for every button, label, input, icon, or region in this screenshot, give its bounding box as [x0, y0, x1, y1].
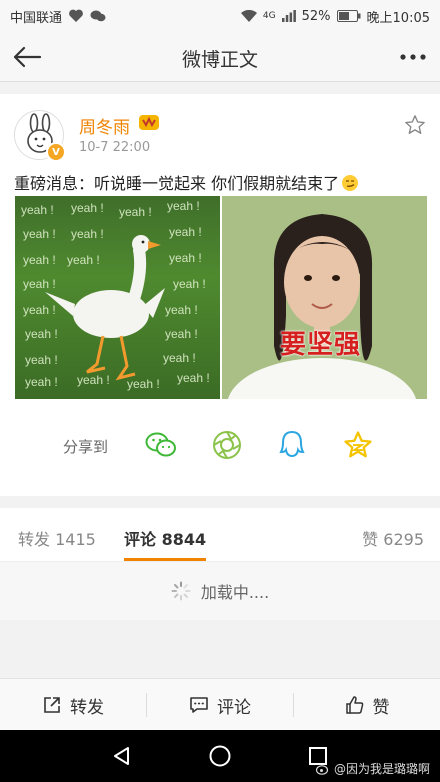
svg-text:yeah !: yeah !	[71, 201, 104, 215]
comment-icon	[190, 697, 208, 713]
android-nav-bar: @因为我是璐璐啊	[0, 730, 440, 782]
repost-icon	[44, 697, 60, 713]
triangle-back-icon	[114, 747, 129, 765]
svg-text:yeah !: yeah !	[127, 377, 160, 391]
action-bar: 转发 评论 赞	[0, 678, 440, 730]
interaction-tabs: 转发 1415 评论 8844 赞 6295	[0, 508, 440, 562]
svg-text:yeah !: yeah !	[77, 373, 110, 387]
tab-repost-label: 转发	[18, 530, 51, 549]
repost-button[interactable]: 转发	[0, 679, 146, 731]
wechat-icon	[145, 432, 176, 457]
svg-text:yeah !: yeah !	[173, 277, 206, 291]
repost-label: 转发	[70, 697, 104, 718]
nav-bar: 微博正文	[0, 32, 440, 82]
wechat-notification-icon	[90, 9, 106, 23]
svg-text:yeah !: yeah !	[177, 371, 210, 385]
tab-like[interactable]: 赞 6295	[362, 526, 424, 550]
loading-spinner-icon	[171, 581, 191, 601]
clock-label: 晚上10:05	[366, 10, 430, 26]
svg-text:yeah !: yeah !	[169, 251, 202, 265]
comment-button[interactable]: 评论	[147, 679, 293, 731]
signal-icon	[281, 10, 296, 22]
username[interactable]: 周冬雨	[79, 113, 130, 138]
share-moments-button[interactable]	[210, 428, 244, 462]
tab-like-label: 赞	[362, 530, 379, 549]
page-title: 微博正文	[181, 49, 258, 71]
nav-back-button[interactable]	[108, 742, 136, 770]
post-time: 10-7 22:00	[79, 140, 151, 155]
more-button[interactable]	[396, 41, 430, 73]
carrier-label: 中国联通	[10, 10, 63, 26]
svg-text:yeah !: yeah !	[23, 303, 56, 317]
like-button[interactable]: 赞	[294, 679, 440, 731]
tab-repost-count: 1415	[55, 530, 96, 549]
post-text: 重磅消息：听说睡一觉起来 你们假期就结束了	[14, 170, 359, 196]
share-qzone-button[interactable]	[341, 428, 375, 462]
svg-text:yeah !: yeah !	[67, 253, 100, 267]
qq-icon	[279, 430, 305, 458]
post-image-goose[interactable]: yeah ! yeah ! yeah ! yeah ! yeah ! yeah …	[15, 196, 220, 399]
thumbs-up-icon	[345, 696, 363, 714]
svg-text:yeah !: yeah !	[167, 199, 200, 213]
status-bar: 中国联通 4G 52% 晚上10:05	[0, 0, 440, 32]
moments-icon	[213, 431, 241, 459]
share-qq-button[interactable]	[275, 428, 309, 462]
tab-comment-count: 8844	[161, 530, 207, 549]
weibo-logo-icon	[315, 764, 329, 775]
svg-text:yeah !: yeah !	[165, 303, 198, 317]
heart-pulse-icon	[68, 9, 84, 23]
nav-home-button[interactable]	[206, 742, 234, 770]
favorite-button[interactable]	[404, 114, 426, 140]
svg-text:yeah !: yeah !	[25, 375, 58, 389]
share-label: 分享到	[63, 438, 109, 456]
post-card: V 周冬雨 10-7 22:00 重磅消息：听说睡一觉起来 你们假期就结束了 y…	[0, 94, 440, 496]
image-caption: 要坚强	[280, 330, 362, 360]
weibo-watermark: @因为我是璐璐啊	[315, 760, 430, 777]
active-tab-indicator	[124, 558, 206, 561]
share-wechat-button[interactable]	[144, 428, 178, 462]
tab-like-count: 6295	[383, 530, 424, 549]
svg-text:yeah !: yeah !	[71, 227, 104, 241]
post-text-content: 重磅消息：听说睡一觉起来 你们假期就结束了	[14, 174, 340, 193]
verified-badge: V	[46, 142, 66, 162]
svg-text:yeah !: yeah !	[25, 327, 58, 341]
comment-label: 评论	[217, 697, 251, 718]
svg-text:yeah !: yeah !	[169, 225, 202, 239]
yeah-overlay-text: yeah !	[21, 203, 54, 217]
like-label: 赞	[372, 697, 390, 718]
more-dots-icon	[400, 54, 426, 60]
svg-text:yeah !: yeah !	[23, 227, 56, 241]
watermark-text: @因为我是璐璐啊	[333, 762, 430, 776]
loading-text: 加载中....	[200, 583, 270, 602]
svg-text:yeah !: yeah !	[25, 353, 58, 367]
network-type-label: 4G	[262, 11, 276, 21]
qzone-icon	[344, 431, 372, 458]
tab-comment-label: 评论	[124, 530, 157, 549]
circle-home-icon	[209, 745, 231, 767]
post-image-girl[interactable]: 要坚强	[222, 196, 427, 399]
svg-text:yeah !: yeah !	[119, 205, 152, 219]
star-outline-icon	[405, 115, 425, 134]
svg-text:yeah !: yeah !	[23, 277, 56, 291]
tab-repost[interactable]: 转发 1415	[18, 526, 96, 550]
wifi-icon	[240, 10, 257, 22]
battery-label: 52%	[301, 8, 331, 24]
goose-illustration	[45, 235, 165, 381]
svg-text:yeah !: yeah !	[163, 351, 196, 365]
vip-crown-icon	[138, 113, 160, 135]
tab-comment[interactable]: 评论 8844	[124, 526, 206, 550]
comments-loading: 加载中....	[0, 562, 440, 620]
svg-text:yeah !: yeah !	[165, 327, 198, 341]
svg-text:yeah !: yeah !	[23, 253, 56, 267]
smirk-emoji-icon	[341, 174, 359, 196]
battery-icon	[336, 10, 361, 22]
